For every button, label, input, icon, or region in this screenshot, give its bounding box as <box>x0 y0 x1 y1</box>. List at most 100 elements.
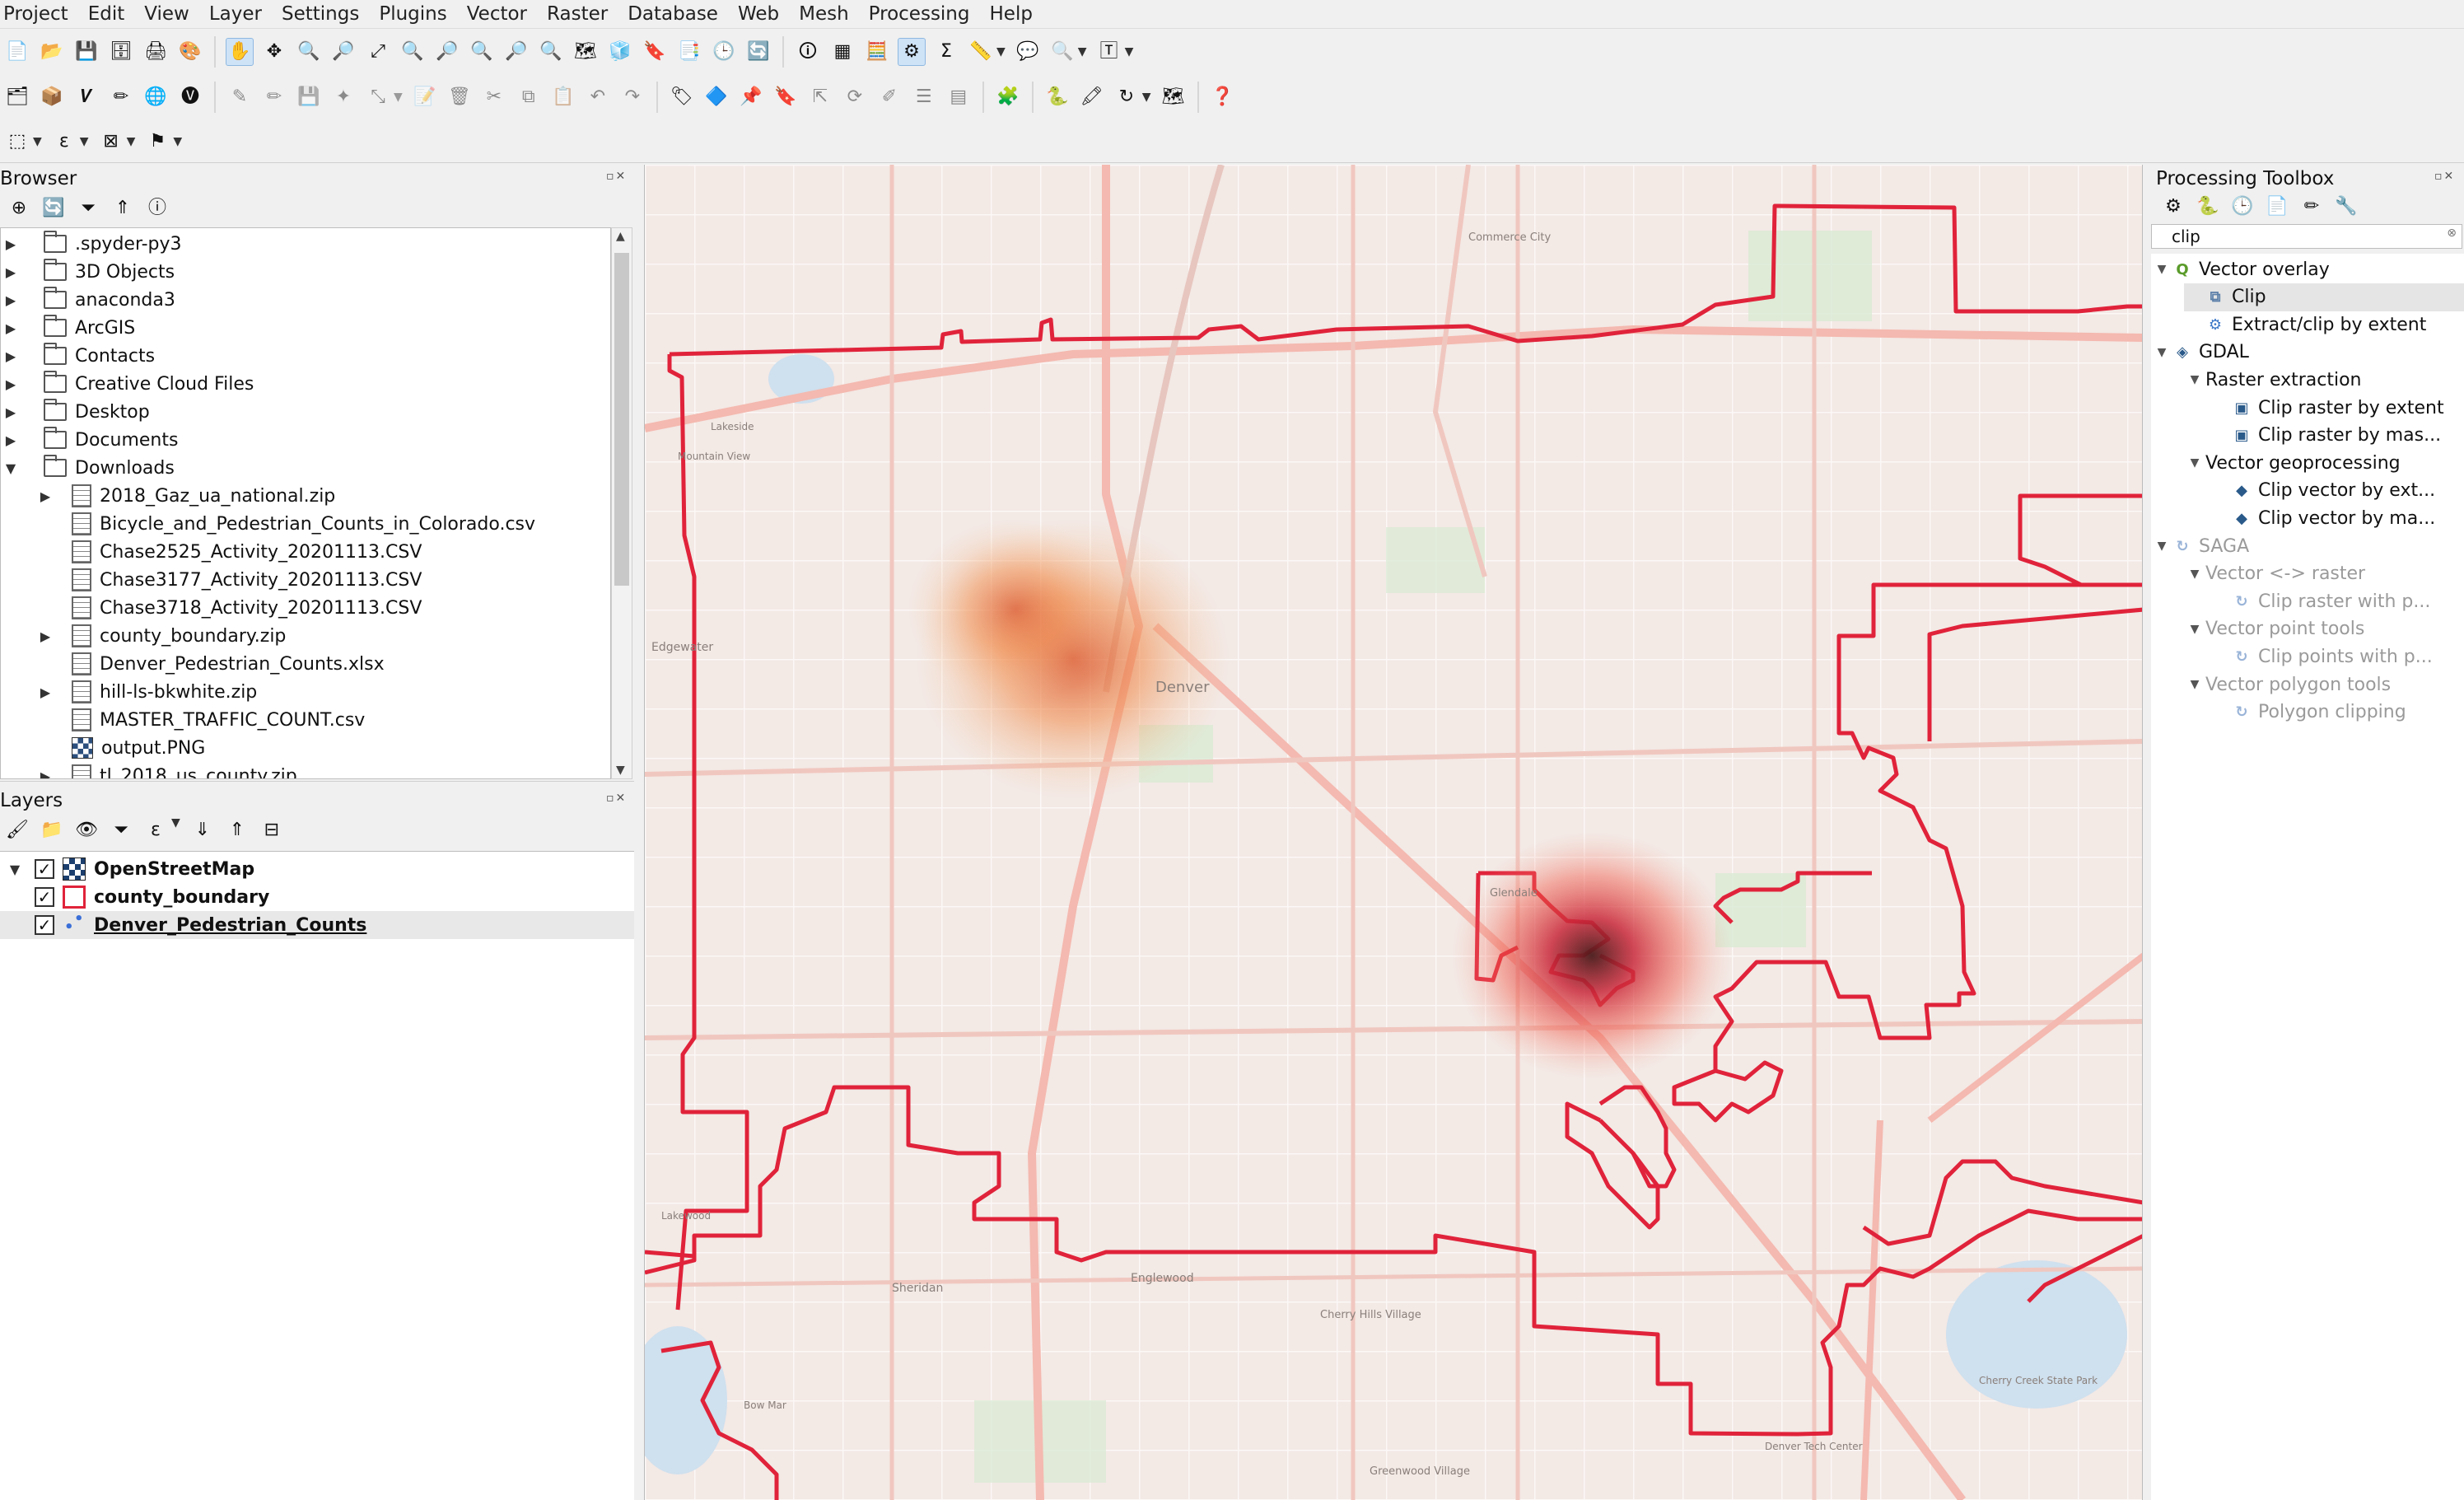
virtual-layer-icon[interactable]: 🅥 <box>176 83 204 111</box>
open-layer-styling-icon[interactable]: 🖌 <box>3 816 31 844</box>
toolbox-algorithm[interactable]: ▣ Clip raster by mas... <box>2210 422 2464 450</box>
expanded-arrow-icon[interactable]: ▼ <box>2151 540 2172 553</box>
expand-all-icon[interactable]: ⇓ <box>189 816 217 844</box>
collapsed-arrow-icon[interactable]: ▶ <box>2 236 19 252</box>
save-edits-icon[interactable]: 💾 <box>295 83 323 111</box>
expanded-arrow-icon[interactable]: ▼ <box>2184 568 2205 581</box>
menu-database[interactable]: Database <box>618 3 728 25</box>
show-hide-labels-icon[interactable]: 🔖 <box>772 83 800 111</box>
feature-action-icon[interactable]: ⚑ <box>143 128 171 156</box>
undo-icon[interactable]: ↶ <box>584 83 612 111</box>
scroll-up-icon[interactable]: ▲ <box>616 230 625 243</box>
toolbox-algorithm[interactable]: ▣ Clip raster by extent <box>2210 394 2464 422</box>
expanded-arrow-icon[interactable]: ▼ <box>2151 346 2172 359</box>
select-features-icon[interactable]: ⬚ <box>3 128 31 156</box>
scripts-icon[interactable]: 🐍 <box>2194 193 2222 221</box>
toolbox-group[interactable]: ▼ Vector geoprocessing <box>2184 449 2464 477</box>
toolbox-group[interactable]: ▼ Raster extraction <box>2184 366 2464 394</box>
menu-vector[interactable]: Vector <box>457 3 537 25</box>
layer-visibility-checkbox[interactable]: ✓ <box>35 915 54 935</box>
redo-icon[interactable]: ↷ <box>618 83 646 111</box>
chevron-down-icon[interactable]: ▼ <box>33 135 42 148</box>
options-wrench-icon[interactable]: 🔧 <box>2332 193 2360 221</box>
scrollbar-thumb[interactable] <box>614 253 629 586</box>
zoom-out-icon[interactable]: 🔎 <box>329 38 357 66</box>
manage-map-themes-icon[interactable]: 👁 <box>72 816 100 844</box>
browser-item[interactable]: ▶ Contacts <box>6 342 155 370</box>
new-project-icon[interactable]: 📄 <box>3 38 31 66</box>
collapsed-arrow-icon[interactable]: ▶ <box>2 376 19 392</box>
expanded-arrow-icon[interactable]: ▼ <box>2 460 19 476</box>
map-canvas[interactable]: Denver Edgewater Englewood Sheridan Glen… <box>644 165 2143 1500</box>
toolbox-group[interactable]: ▼ Vector <-> raster <box>2184 560 2464 588</box>
refresh-icon[interactable]: 🔄 <box>744 38 772 66</box>
panel-float-close-icon[interactable]: ▫✕ <box>606 792 627 805</box>
collapsed-arrow-icon[interactable]: ▶ <box>37 488 54 504</box>
browser-item[interactable]: ▶ .spyder-py3 <box>6 230 182 258</box>
browser-item[interactable]: ▶ tl_2018_us_county.zip <box>40 762 297 778</box>
toolbox-algorithm[interactable]: ◆ Clip vector by ext... <box>2210 477 2464 505</box>
scroll-down-icon[interactable]: ▼ <box>616 764 625 777</box>
statistics-sigma-icon[interactable]: Σ <box>932 38 960 66</box>
measure-line-icon[interactable]: 📏 <box>967 38 995 66</box>
select-by-expression-icon[interactable]: ε <box>50 128 78 156</box>
move-label-icon[interactable]: ⇱ <box>806 83 834 111</box>
vertex-tool-icon[interactable]: ⤡ <box>364 83 392 111</box>
menu-processing[interactable]: Processing <box>859 3 980 25</box>
collapsed-arrow-icon[interactable]: ▶ <box>37 769 54 779</box>
browser-item[interactable]: ▶ Desktop <box>6 398 150 426</box>
collapsed-arrow-icon[interactable]: ▶ <box>2 432 19 448</box>
pan-to-selection-icon[interactable]: ✥ <box>260 38 288 66</box>
toolbox-algorithm[interactable]: ◆ Clip vector by ma... <box>2210 504 2464 532</box>
toolbox-algorithm[interactable]: ⚙ Extract/clip by extent <box>2184 311 2464 339</box>
add-wms-icon[interactable]: 🌐 <box>142 83 170 111</box>
browser-item[interactable]: Chase3718_Activity_20201113.CSV <box>68 594 422 622</box>
menu-view[interactable]: View <box>134 3 199 25</box>
filter-icon[interactable]: ⏷ <box>74 194 102 222</box>
layer-labeling-icon[interactable]: 🏷 <box>668 83 696 111</box>
toggle-editing-icon[interactable]: ✏ <box>260 83 288 111</box>
menu-raster[interactable]: Raster <box>537 3 618 25</box>
chevron-down-icon[interactable]: ▼ <box>996 45 1006 58</box>
panel-float-close-icon[interactable]: ▫✕ <box>2434 170 2455 183</box>
filter-legend-icon[interactable]: ⏷ <box>107 816 135 844</box>
label-props-icon[interactable]: ☰ <box>910 83 938 111</box>
chevron-down-icon[interactable]: ▼ <box>171 816 180 844</box>
processing-toolbox-gear-icon[interactable]: ⚙ <box>898 37 926 66</box>
collapsed-arrow-icon[interactable]: ▶ <box>2 320 19 336</box>
save-project-icon[interactable]: 💾 <box>72 38 100 66</box>
print-layout-icon[interactable]: 🖨 <box>142 38 170 66</box>
paste-features-icon[interactable]: 📋 <box>549 83 577 111</box>
new-map-view-icon[interactable]: 🗺 <box>572 38 600 66</box>
plugin-layer-icon[interactable]: 🗺 <box>1160 83 1188 111</box>
toolbox-algorithm[interactable]: ⧉ Clip <box>2184 283 2464 311</box>
delete-selected-icon[interactable]: 🗑 <box>446 83 474 111</box>
zoom-native-icon[interactable]: 🔍 <box>468 38 496 66</box>
collapse-all-icon[interactable]: ⇑ <box>223 816 251 844</box>
menu-settings[interactable]: Settings <box>272 3 369 25</box>
temporal-controller-icon[interactable]: 🕒 <box>710 38 738 66</box>
digitize-icon[interactable]: ✏ <box>107 83 135 111</box>
expanded-arrow-icon[interactable]: ▼ <box>3 862 26 877</box>
layer-row[interactable]: ✓ Denver_Pedestrian_Counts <box>0 910 634 939</box>
pin-labels-icon[interactable]: 📌 <box>737 83 765 111</box>
zoom-layer-icon[interactable]: 🔎 <box>433 38 461 66</box>
browser-item[interactable]: ▶ hill-ls-bkwhite.zip <box>40 678 257 706</box>
browser-item[interactable]: Denver_Pedestrian_Counts.xlsx <box>68 650 385 678</box>
browser-item[interactable]: ▶ ArcGIS <box>6 314 135 342</box>
toolbox-group[interactable]: ▼ Vector point tools <box>2184 615 2464 643</box>
open-project-icon[interactable]: 📂 <box>38 38 66 66</box>
browser-scrollbar[interactable]: ▲ ▼ <box>611 227 632 779</box>
zoom-selection-icon[interactable]: 🔍 <box>399 38 427 66</box>
rotate-label-icon[interactable]: ⟳ <box>841 83 869 111</box>
zoom-last-icon[interactable]: 🔎 <box>502 38 530 66</box>
browser-item[interactable]: ▶ Documents <box>6 426 178 454</box>
current-edits-icon[interactable]: ✎ <box>226 83 254 111</box>
layer-diagram-icon[interactable]: 🔷 <box>702 83 730 111</box>
layer-row[interactable]: ▼ ✓ OpenStreetMap <box>0 855 634 883</box>
results-viewer-icon[interactable]: 📄 <box>2263 193 2291 221</box>
toolbox-group[interactable]: ▼ ↻ SAGA <box>2151 532 2464 560</box>
quickmap-icon[interactable]: ↻ <box>1113 83 1141 111</box>
expanded-arrow-icon[interactable]: ▼ <box>2151 263 2172 276</box>
chevron-down-icon[interactable]: ▼ <box>1078 45 1087 58</box>
